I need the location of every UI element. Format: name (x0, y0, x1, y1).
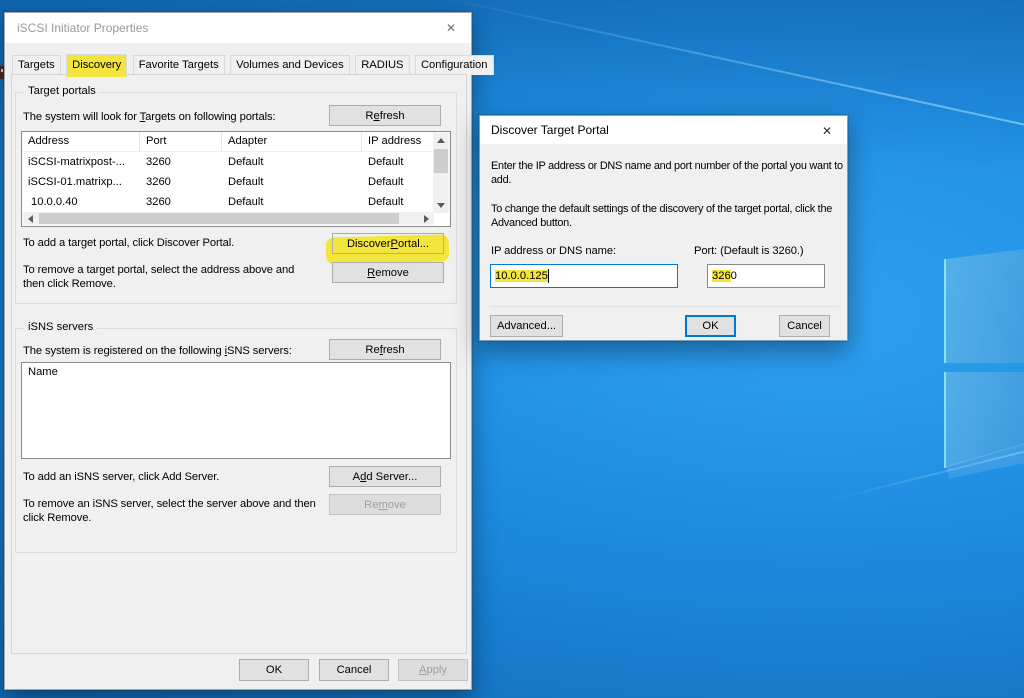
cell-port: 3260 (140, 152, 222, 172)
refresh-portals-button[interactable]: Refresh (329, 105, 441, 126)
vertical-scrollbar[interactable] (433, 133, 449, 213)
target-portals-table[interactable]: AddressPortAdapterIP address iSCSI-matri… (21, 131, 451, 227)
windows-logo-reflection (946, 440, 1024, 482)
advanced-button[interactable]: Advanced... (490, 315, 563, 337)
target-portals-group-label: Target portals (24, 85, 100, 97)
windows-logo-upper-pane (944, 249, 1024, 363)
discover-portal-marker: Discover Portal... (332, 233, 444, 254)
windows-logo-lower-pane (944, 372, 1024, 468)
remove-isns-button[interactable]: Remove (329, 494, 441, 515)
tab-volumes-and-devices[interactable]: Volumes and Devices (230, 55, 350, 75)
add-server-button[interactable]: Add Server... (329, 466, 441, 487)
windows-logo-upper-pane-edge (944, 259, 946, 363)
tab-strip: Targets Discovery Favorite Targets Volum… (12, 54, 495, 75)
horizontal-scroll-thumb[interactable] (39, 213, 399, 224)
cell-adapter: Default (222, 152, 362, 172)
cell-port: 3260 (140, 172, 222, 192)
cell-address: iSCSI-matrixpost-... (22, 152, 140, 172)
cell-port: 3260 (140, 192, 222, 212)
port-input[interactable]: 3260 (707, 264, 825, 288)
desktop-screen: iSCSI Initiator Properties ✕ Targets Dis… (0, 0, 1024, 698)
scroll-right-icon[interactable] (419, 212, 434, 225)
window-title: iSCSI Initiator Properties (17, 21, 148, 35)
remove-isns-hint: To remove an iSNS server, select the ser… (23, 498, 318, 525)
horizontal-scrollbar[interactable] (23, 212, 434, 225)
add-portal-hint: To add a target portal, click Discover P… (23, 237, 234, 251)
dialog-instructions-1: Enter the IP address or DNS name and por… (491, 159, 847, 187)
refresh-isns-button[interactable]: Refresh (329, 339, 441, 360)
tab-configuration[interactable]: Configuration (415, 55, 494, 75)
dialog-instructions-2: To change the default settings of the di… (491, 202, 847, 230)
cell-adapter: Default (222, 172, 362, 192)
dialog-cancel-button[interactable]: Cancel (779, 315, 830, 337)
column-header-address[interactable]: Address (22, 132, 140, 151)
table-header-row: AddressPortAdapterIP address (22, 132, 434, 152)
scroll-down-icon[interactable] (433, 198, 449, 213)
vertical-scroll-thumb[interactable] (434, 149, 448, 173)
table-row[interactable]: iSCSI-01.matrixp...3260DefaultDefault (22, 172, 434, 192)
dialog-ok-button[interactable]: OK (685, 315, 736, 337)
remove-portal-button[interactable]: Remove (332, 262, 444, 283)
cell-ip: Default (362, 172, 434, 192)
table-row[interactable]: 10.0.0.403260DefaultDefault (22, 192, 434, 212)
ip-address-label: IP address or DNS name: (491, 245, 616, 257)
wallpaper-floor-line (818, 446, 1024, 504)
cell-adapter: Default (222, 192, 362, 212)
scroll-up-icon[interactable] (433, 133, 449, 148)
tab-targets[interactable]: Targets (12, 55, 61, 75)
isns-description: The system is registered on the followin… (23, 345, 292, 359)
iscsi-initiator-properties-window: iSCSI Initiator Properties ✕ Targets Dis… (4, 12, 472, 690)
tab-radius[interactable]: RADIUS (355, 55, 409, 75)
add-isns-hint: To add an iSNS server, click Add Server. (23, 471, 219, 485)
remove-portal-hint: To remove a target portal, select the ad… (23, 264, 318, 291)
ip-address-input[interactable]: 10.0.0.125 (490, 264, 678, 288)
close-icon[interactable]: ✕ (436, 17, 466, 38)
discover-target-portal-dialog: Discover Target Portal ✕ Enter the IP ad… (479, 115, 848, 341)
cancel-button[interactable]: Cancel (319, 659, 389, 681)
close-icon[interactable]: ✕ (812, 120, 842, 141)
isns-servers-group-label: iSNS servers (24, 321, 97, 333)
cell-address: iSCSI-01.matrixp... (22, 172, 140, 192)
cell-ip: Default (362, 152, 434, 172)
wallpaper-light-beam (430, 0, 1024, 132)
isns-list-header-name: Name (28, 366, 58, 378)
apply-button[interactable]: Apply (398, 659, 468, 681)
port-label: Port: (Default is 3260.) (694, 245, 804, 257)
ip-value-highlighted: 10.0.0.125 (495, 270, 548, 282)
cell-address: 10.0.0.40 (22, 192, 140, 212)
tab-favorite-targets[interactable]: Favorite Targets (133, 55, 225, 75)
dialog-separator (490, 306, 839, 307)
ok-button[interactable]: OK (239, 659, 309, 681)
tab-discovery[interactable]: Discovery (66, 54, 127, 77)
scroll-left-icon[interactable] (23, 212, 38, 225)
windows-logo-lower-pane-edge (944, 372, 946, 468)
isns-servers-list[interactable]: Name (21, 362, 451, 459)
cell-ip: Default (362, 192, 434, 212)
table-row[interactable]: iSCSI-matrixpost-...3260DefaultDefault (22, 152, 434, 172)
column-header-port[interactable]: Port (140, 132, 222, 151)
column-header-adapter[interactable]: Adapter (222, 132, 362, 151)
discover-portal-button[interactable]: Discover Portal... (332, 233, 444, 254)
dialog-title: Discover Target Portal (491, 123, 609, 137)
port-value-rest: 0 (731, 270, 737, 282)
target-portals-description: The system will look for Targets on foll… (23, 111, 275, 125)
port-value-highlighted: 326 (712, 270, 731, 282)
column-header-ip-address[interactable]: IP address (362, 132, 434, 151)
text-caret (548, 269, 549, 283)
